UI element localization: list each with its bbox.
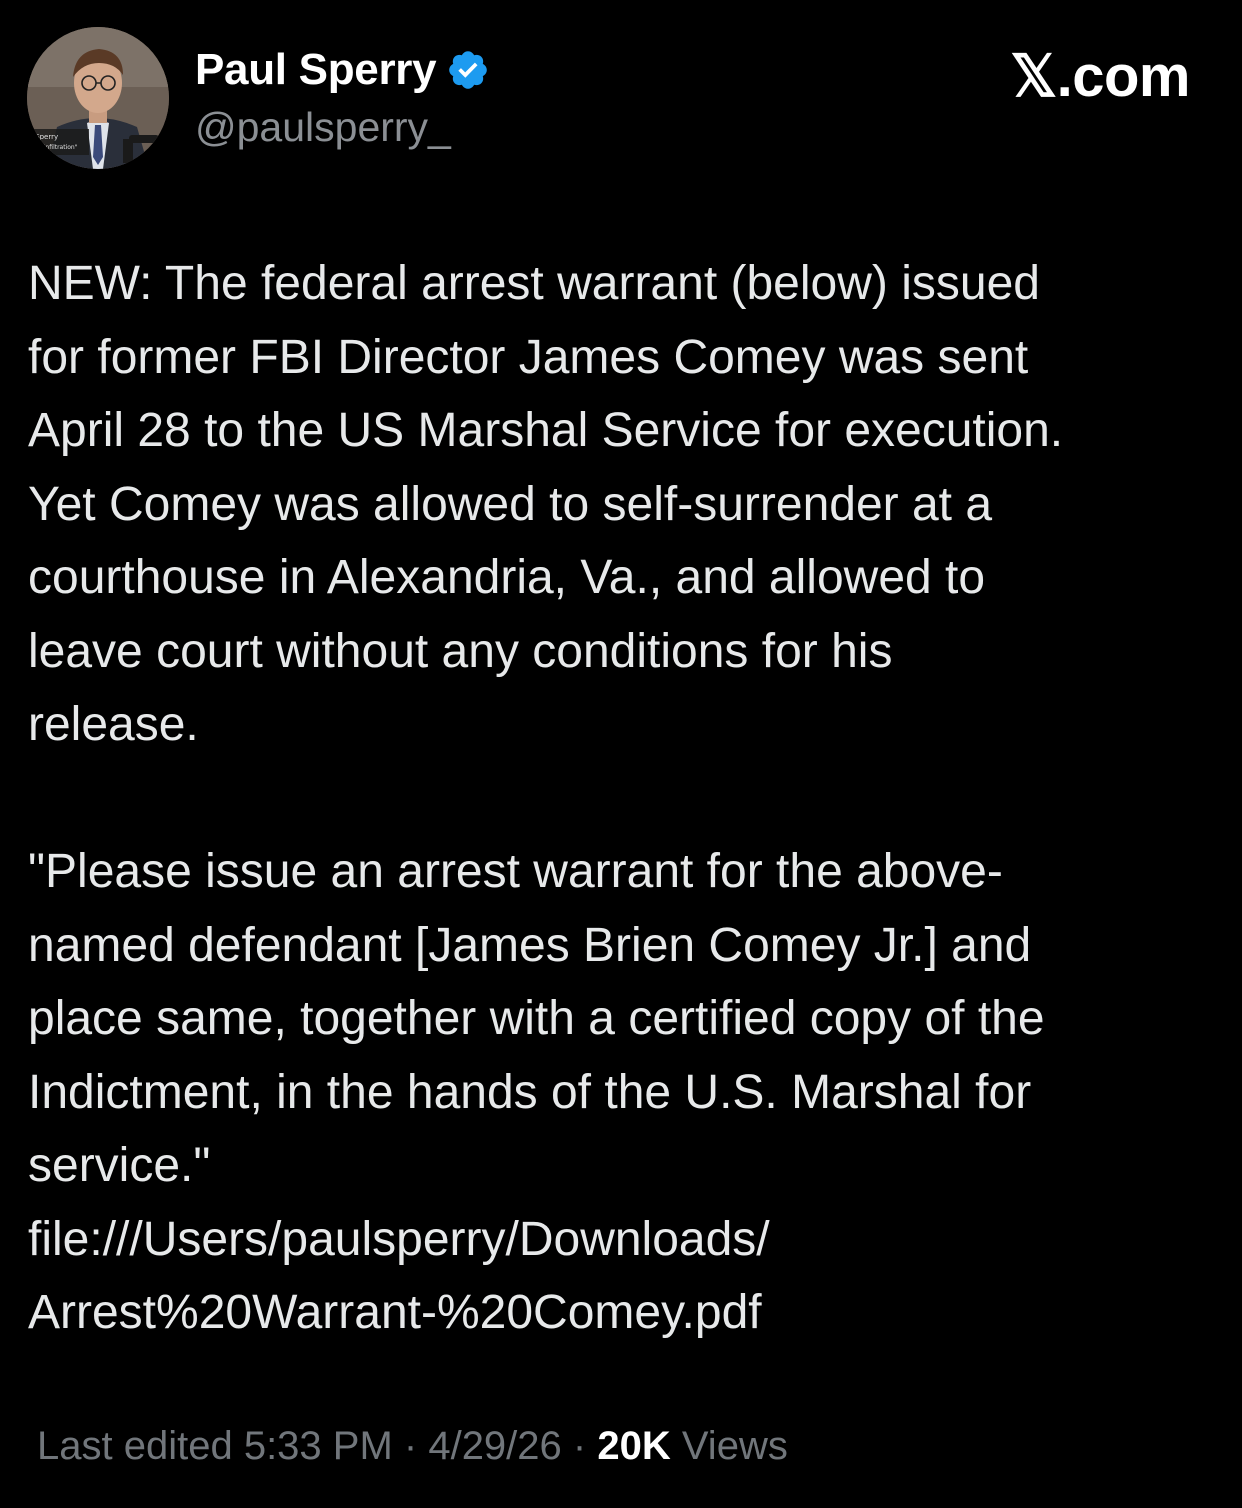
brand-logo: 𝕏.com xyxy=(1010,44,1190,109)
views-label: Views xyxy=(670,1424,788,1468)
meta-separator: · xyxy=(392,1424,429,1468)
avatar-caption-line-1: l Sperry xyxy=(31,133,58,141)
display-name[interactable]: Paul Sperry xyxy=(195,45,437,95)
tweet-file-link[interactable]: file:///Users/paulsperry/Downloads/ Arre… xyxy=(28,1203,1224,1350)
avatar-photo: l Sperry or, "Infiltration" xyxy=(27,27,169,169)
tweet-meta: Last edited 5:33 PM · 4/29/26 · 20K View… xyxy=(37,1424,788,1469)
tweet-paragraph-2: "Please issue an arrest warrant for the … xyxy=(28,845,1045,1192)
avatar-caption-line-2: or, "Infiltration" xyxy=(31,144,78,151)
author-block: Paul Sperry @paulsperry_ xyxy=(195,42,490,151)
handle[interactable]: @paulsperry_ xyxy=(195,104,490,151)
name-row: Paul Sperry xyxy=(195,42,490,98)
tweet-text: NEW: The federal arrest warrant (below) … xyxy=(28,247,1224,1350)
views-count[interactable]: 20K xyxy=(597,1424,670,1468)
tweet-paragraph-1: NEW: The federal arrest warrant (below) … xyxy=(28,257,1064,751)
meta-separator-2: · xyxy=(561,1424,598,1468)
verified-badge-icon xyxy=(449,51,488,89)
avatar[interactable]: l Sperry or, "Infiltration" xyxy=(27,27,169,169)
edited-timestamp[interactable]: Last edited 5:33 PM xyxy=(37,1424,393,1468)
tweet-date[interactable]: 4/29/26 xyxy=(428,1424,561,1468)
